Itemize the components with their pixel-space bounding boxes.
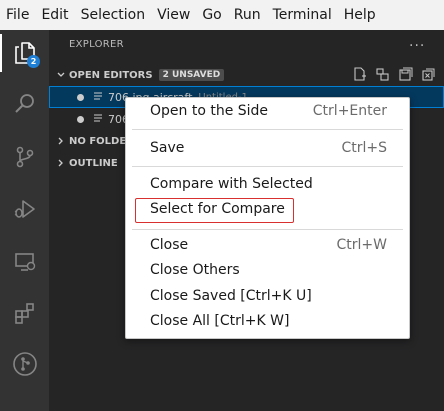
menu-item-open-to-side[interactable]: Open to the Side Ctrl+Enter — [126, 100, 409, 125]
menu-terminal[interactable]: Terminal — [267, 0, 338, 30]
menu-item-select-for-compare[interactable]: Select for Compare — [126, 198, 409, 223]
outline-label: OUTLINE — [69, 157, 118, 169]
chevron-right-icon — [58, 137, 63, 145]
menu-item-label: Save — [150, 140, 185, 156]
menu-item-close-saved[interactable]: Close Saved [Ctrl+K U] — [126, 285, 409, 310]
menu-item-label: Close All [Ctrl+K W] — [150, 313, 290, 329]
git-graph-icon — [12, 351, 38, 377]
activity-run-debug[interactable] — [0, 188, 49, 230]
text-file-icon — [94, 92, 102, 100]
menu-selection[interactable]: Selection — [75, 0, 152, 30]
activity-bar: 2 — [0, 30, 49, 411]
menu-item-shortcut: Ctrl+Enter — [312, 103, 387, 119]
menu-separator — [132, 129, 403, 130]
extensions-icon — [13, 301, 37, 325]
unsaved-dot-icon — [77, 115, 84, 123]
unsaved-dot-icon — [77, 93, 84, 101]
menu-item-shortcut: Ctrl+W — [336, 237, 387, 253]
menu-file[interactable]: File — [0, 0, 35, 30]
chevron-down-icon — [57, 72, 65, 77]
new-untitled-file-icon[interactable] — [352, 67, 367, 82]
activity-explorer[interactable]: 2 — [0, 32, 49, 74]
activity-git-graph[interactable] — [0, 343, 49, 385]
toggle-vertical-icon[interactable] — [375, 67, 390, 82]
activity-extensions[interactable] — [0, 292, 49, 334]
menu-view[interactable]: View — [151, 0, 196, 30]
menu-item-close[interactable]: Close Ctrl+W — [126, 234, 409, 259]
menu-go[interactable]: Go — [196, 0, 227, 30]
menu-item-label: Compare with Selected — [150, 176, 313, 192]
menu-help[interactable]: Help — [338, 0, 382, 30]
sidebar-title: EXPLORER — [69, 39, 124, 50]
run-debug-icon — [13, 197, 37, 221]
menu-item-shortcut: Ctrl+S — [341, 140, 387, 156]
open-editors-label: OPEN EDITORS — [69, 69, 153, 81]
unsaved-badge: 2 UNSAVED — [158, 69, 225, 81]
activity-search[interactable] — [0, 83, 49, 125]
search-icon — [13, 92, 37, 116]
open-editors-header[interactable]: OPEN EDITORS 2 UNSAVED — [49, 64, 444, 86]
menu-item-label: Select for Compare — [150, 201, 285, 217]
menu-item-close-others[interactable]: Close Others — [126, 259, 409, 284]
menu-bar: File Edit Selection View Go Run Terminal… — [0, 0, 444, 30]
menu-item-close-all[interactable]: Close All [Ctrl+K W] — [126, 310, 409, 335]
activity-source-control[interactable] — [0, 136, 49, 178]
menu-separator — [132, 166, 403, 167]
menu-item-save[interactable]: Save Ctrl+S — [126, 137, 409, 162]
menu-item-label: Close Saved [Ctrl+K U] — [150, 288, 312, 304]
vscode-window: File Edit Selection View Go Run Terminal… — [0, 0, 444, 411]
menu-item-label: Open to the Side — [150, 103, 269, 119]
chevron-right-icon — [58, 159, 63, 167]
menu-run[interactable]: Run — [228, 0, 267, 30]
open-editors-actions — [352, 67, 436, 82]
menu-edit[interactable]: Edit — [35, 0, 74, 30]
menu-item-label: Close Others — [150, 262, 240, 278]
activity-remote-explorer[interactable] — [0, 241, 49, 283]
text-file-icon — [94, 114, 102, 122]
menu-item-compare-with-selected[interactable]: Compare with Selected — [126, 173, 409, 198]
close-all-icon[interactable] — [421, 67, 436, 82]
more-actions-icon[interactable]: ... — [409, 34, 425, 50]
save-all-icon[interactable] — [398, 67, 413, 82]
source-control-icon — [13, 145, 37, 169]
menu-item-label: Close — [150, 237, 189, 253]
unsaved-count-badge: 2 — [27, 55, 40, 68]
menu-separator — [132, 229, 403, 230]
context-menu: Open to the Side Ctrl+Enter Save Ctrl+S … — [125, 97, 410, 339]
remote-explorer-icon — [13, 250, 37, 274]
